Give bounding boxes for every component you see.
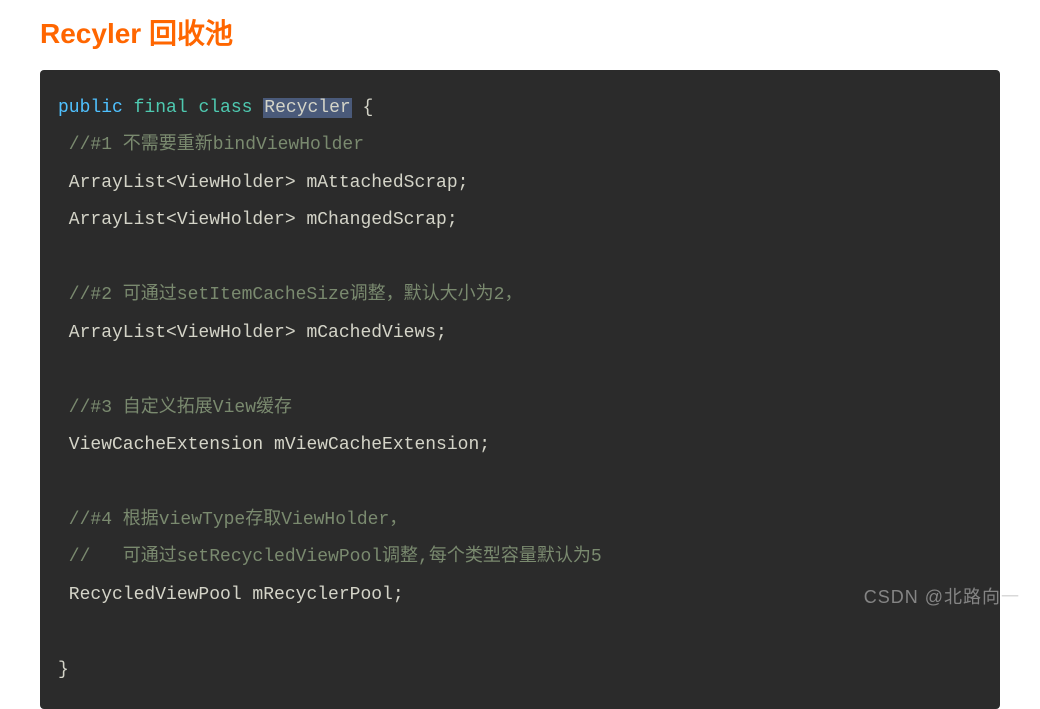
page-title: Recyler 回收池 (0, 0, 1040, 70)
keyword-public: public (58, 98, 123, 118)
code-block: public final class Recycler { //#1 不需要重新… (40, 70, 1000, 709)
class-name-selected: Recycler (263, 98, 351, 118)
comment-5: // 可通过setRecycledViewPool调整,每个类型容量默认为5 (58, 547, 602, 567)
keyword-class: class (198, 98, 252, 118)
code-line-cached-views: ArrayList<ViewHolder> mCachedViews; (58, 323, 447, 343)
keyword-final: final (134, 98, 188, 118)
comment-1: //#1 不需要重新bindViewHolder (58, 135, 364, 155)
comment-3: //#3 自定义拓展View缓存 (58, 398, 292, 418)
comment-4: //#4 根据viewType存取ViewHolder， (58, 510, 407, 530)
watermark: CSDN @北路向一 (864, 583, 1020, 609)
code-line-changed-scrap: ArrayList<ViewHolder> mChangedScrap; (58, 210, 458, 230)
brace-open: { (352, 98, 374, 118)
code-line-attached-scrap: ArrayList<ViewHolder> mAttachedScrap; (58, 173, 468, 193)
brace-close: } (58, 660, 69, 680)
code-line-recycler-pool: RecycledViewPool mRecyclerPool; (58, 585, 404, 605)
code-line-view-cache-extension: ViewCacheExtension mViewCacheExtension; (58, 435, 490, 455)
comment-2: //#2 可通过setItemCacheSize调整，默认大小为2， (58, 285, 522, 305)
